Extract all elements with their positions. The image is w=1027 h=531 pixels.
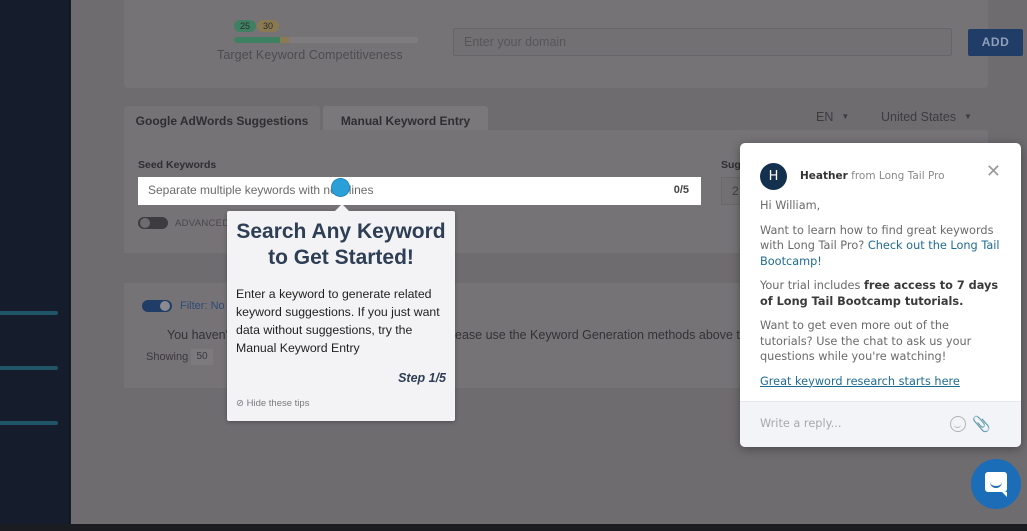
tour-beacon-icon[interactable] xyxy=(332,179,349,196)
advanced-toggle[interactable] xyxy=(138,217,168,229)
chevron-down-icon: ▼ xyxy=(841,112,850,121)
onboarding-tip-popover: Search Any Keyword to Get Started! Enter… xyxy=(227,204,455,421)
advanced-label: ADVANCED xyxy=(175,218,230,229)
empty-message-start: You haven' xyxy=(167,328,229,342)
sidebar-menu-item[interactable] xyxy=(0,311,58,315)
suggestions-label: Sug xyxy=(721,159,741,171)
country-value: United States xyxy=(881,110,957,124)
competitiveness-fill-low xyxy=(234,37,280,43)
chat-bubble-icon xyxy=(985,472,1007,497)
chat-message: Hi William, Want to learn how to find gr… xyxy=(760,198,1005,398)
tip-title: Search Any Keyword to Get Started! xyxy=(236,220,446,269)
domain-input[interactable]: Enter your domain xyxy=(453,28,952,56)
filter-toggle[interactable] xyxy=(142,300,172,312)
chat-paragraph: Want to get even more out of the tutoria… xyxy=(760,319,972,363)
sidebar xyxy=(0,0,70,524)
showing-label: Showing xyxy=(146,351,189,363)
domain-card: 25 30 Target Keyword Competitiveness Ent… xyxy=(124,0,1023,88)
competitiveness-label: Target Keyword Competitiveness xyxy=(217,48,403,62)
sidebar-menu-item[interactable] xyxy=(0,366,58,370)
chevron-down-icon: ▼ xyxy=(964,112,972,121)
toggle-knob xyxy=(160,301,170,311)
chat-panel: H Heather from Long Tail Pro ✕ Hi Willia… xyxy=(740,143,1021,447)
seed-count: 0/5 xyxy=(673,184,689,196)
agent-company: from Long Tail Pro xyxy=(851,170,945,182)
agent-name: Heather xyxy=(800,170,848,182)
add-domain-button[interactable]: ADD xyxy=(968,29,1023,56)
filter-value: No xyxy=(210,300,225,312)
chat-paragraph: Your trial includes free access to 7 day… xyxy=(760,278,1005,309)
sidebar-menu-item[interactable] xyxy=(0,421,58,425)
country-select[interactable]: United States ▼ xyxy=(881,110,972,124)
chat-composer: Write a reply... 📎 xyxy=(740,401,1021,447)
competitiveness-badge-high: 30 xyxy=(257,20,279,32)
empty-message-end: ease use the Keyword Generation methods … xyxy=(455,328,747,342)
filter-label[interactable]: Filter: No xyxy=(180,300,225,312)
chat-sender: Heather from Long Tail Pro xyxy=(800,170,945,182)
seed-keywords-label: Seed Keywords xyxy=(138,159,217,171)
toggle-knob xyxy=(140,218,150,228)
chat-launcher-button[interactable] xyxy=(971,459,1021,509)
emoji-icon[interactable] xyxy=(950,416,966,432)
seed-keywords-input[interactable]: Separate multiple keywords with new line… xyxy=(138,177,701,205)
taskbar-strip xyxy=(0,524,1027,531)
research-link[interactable]: Great keyword research starts here xyxy=(760,375,960,388)
chat-text: Your trial includes xyxy=(760,279,861,292)
filter-label-text: Filter: xyxy=(180,300,208,312)
tip-body: Enter a keyword to generate related keyw… xyxy=(236,287,440,355)
language-value: EN xyxy=(816,110,834,124)
competitiveness-badge-low: 25 xyxy=(234,20,256,32)
page-size-select[interactable]: 50 xyxy=(191,349,213,365)
attachment-icon[interactable]: 📎 xyxy=(972,415,991,433)
competitiveness-slider[interactable] xyxy=(234,37,418,43)
chat-paragraph: Want to learn how to find great keywords… xyxy=(760,223,1005,270)
close-icon[interactable]: ✕ xyxy=(986,163,1001,181)
reply-input[interactable]: Write a reply... xyxy=(760,417,841,430)
tip-step: Step 1/5 xyxy=(398,371,446,385)
language-select[interactable]: EN ▼ xyxy=(816,110,849,124)
chat-greeting: Hi William, xyxy=(760,199,821,212)
competitiveness-fill-high xyxy=(280,37,290,43)
agent-avatar: H xyxy=(760,163,787,190)
hide-tips-link[interactable]: ⊘ Hide these tips xyxy=(236,398,309,409)
